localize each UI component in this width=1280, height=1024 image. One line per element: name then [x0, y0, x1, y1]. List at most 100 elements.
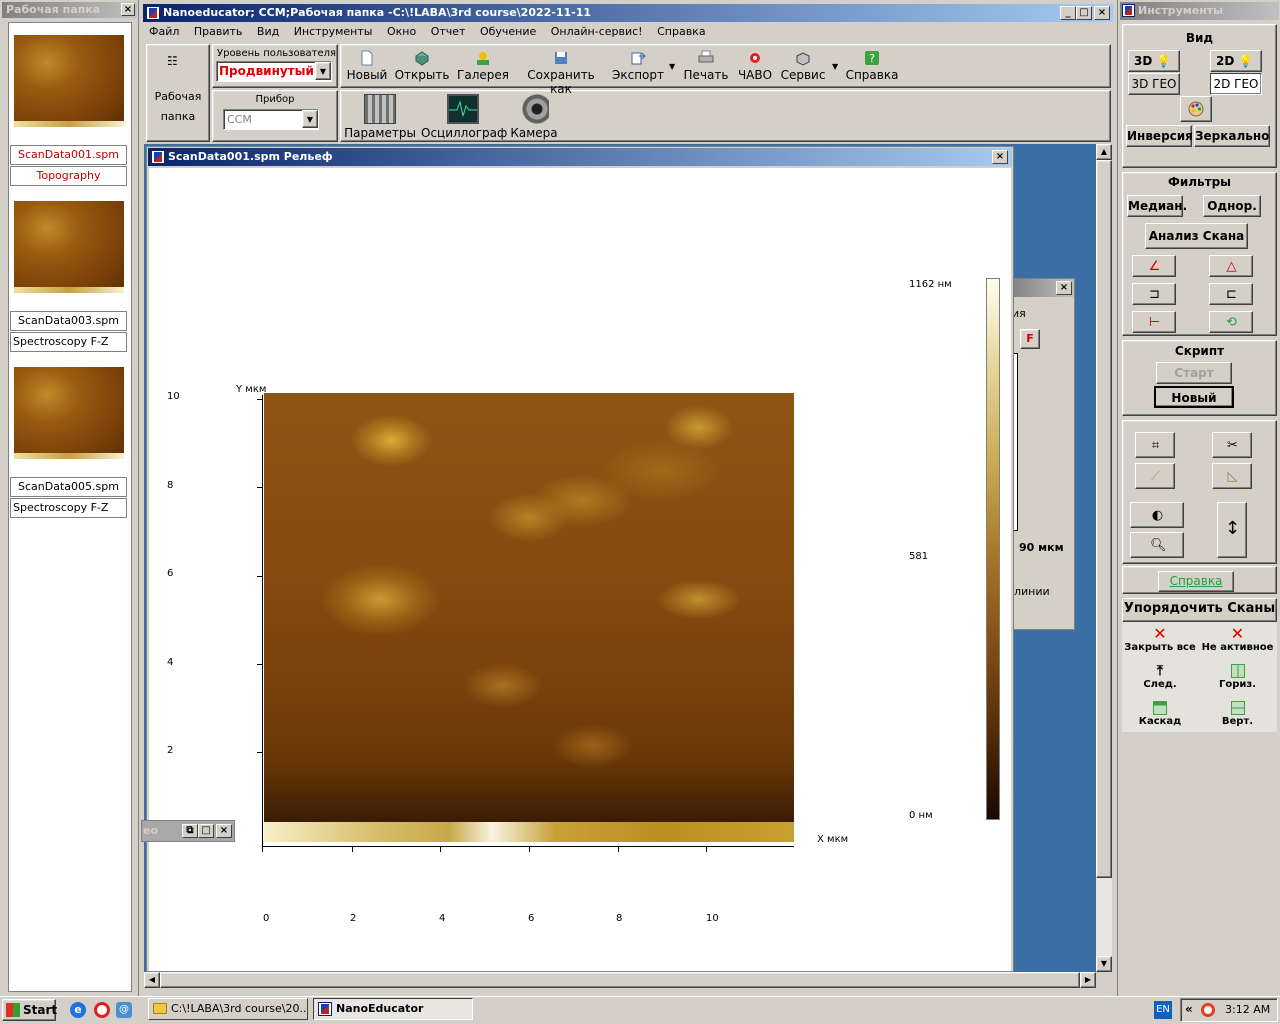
close-button[interactable]: ×	[1094, 6, 1110, 20]
file-thumbnail-3[interactable]	[14, 367, 124, 459]
open-button[interactable]: Открыть	[394, 50, 450, 82]
camera-button[interactable]: Камера	[509, 94, 559, 140]
ruler-button[interactable]: ⟋	[1135, 463, 1175, 489]
script-start-button[interactable]: Старт	[1156, 362, 1232, 384]
minimized-close-button[interactable]: ×	[216, 824, 232, 838]
plane-correction-button[interactable]: △	[1209, 255, 1253, 277]
uniform-filter-button[interactable]: Однор.	[1203, 195, 1261, 217]
browser-icon[interactable]: @	[116, 1002, 132, 1018]
view-3d-button[interactable]: 3D 💡	[1128, 50, 1180, 72]
horizontal-scrollbar[interactable]: ◀ ▶	[144, 972, 1096, 988]
cascade-button[interactable]: Каскад	[1122, 700, 1198, 727]
export-dropdown-icon[interactable]: ▼	[669, 62, 675, 71]
scroll-thumb[interactable]	[1096, 160, 1112, 878]
menu-online[interactable]: Онлайн-сервис!	[551, 25, 643, 38]
scan-analysis-button[interactable]: Анализ Скана	[1145, 223, 1248, 249]
service-button[interactable]: Сервис	[779, 50, 827, 82]
maximize-button[interactable]: □	[1076, 6, 1092, 20]
parameters-button[interactable]: Параметры	[344, 94, 416, 140]
oscilloscope-button[interactable]: Осциллограф	[421, 94, 507, 140]
spike-removal-button[interactable]: ⊢	[1132, 311, 1176, 333]
file-thumbnail-2[interactable]	[14, 201, 124, 293]
menu-tools[interactable]: Инструменты	[294, 25, 373, 38]
file-thumbnail-1[interactable]	[14, 35, 124, 127]
export-button[interactable]: Экспорт	[611, 50, 665, 82]
contrast-button[interactable]: ◐	[1130, 502, 1184, 528]
new-button[interactable]: Новый	[346, 50, 388, 82]
line-correction-button[interactable]: ⊏	[1209, 283, 1253, 305]
tray-expand-icon[interactable]: «	[1185, 1002, 1193, 1016]
close-all-label: Закрыть все	[1124, 642, 1196, 653]
menu-window[interactable]: Окно	[387, 25, 416, 38]
scroll-h-thumb[interactable]	[160, 972, 1080, 988]
view-3d-geo-button[interactable]: 3D ГЕО	[1128, 73, 1180, 95]
menu-training[interactable]: Обучение	[480, 25, 536, 38]
file-name-3[interactable]: ScanData005.spm	[10, 477, 127, 497]
menu-help[interactable]: Справка	[657, 25, 705, 38]
inversion-button[interactable]: Инверсия	[1126, 125, 1193, 147]
chevron-down-icon[interactable]: ▼	[302, 110, 318, 128]
workfolder-panel[interactable]: ☷ Рабочая папка	[146, 44, 210, 142]
menu-view[interactable]: Вид	[257, 25, 279, 38]
scroll-right-button[interactable]: ▶	[1080, 972, 1096, 988]
menu-file[interactable]: Файл	[149, 25, 179, 38]
task-nanoeducator[interactable]: NanoEducator	[313, 998, 473, 1020]
profile-button[interactable]: ◺	[1212, 463, 1252, 489]
scan-window-close-button[interactable]: ×	[992, 150, 1008, 164]
view-2d-geo-button[interactable]: 2D ГЕО	[1210, 73, 1262, 95]
user-level-select[interactable]: Продвинутый ▼	[216, 61, 332, 82]
minimized-maximize-button[interactable]: □	[198, 824, 214, 838]
undo-filter-button[interactable]: ⟲	[1209, 311, 1253, 333]
help-link-button[interactable]: Справка	[1158, 571, 1234, 592]
file-name-2[interactable]: ScanData003.spm	[10, 311, 127, 331]
vertical-scrollbar[interactable]: ▲ ▼	[1096, 144, 1112, 972]
opera-icon[interactable]	[94, 1002, 110, 1018]
close-all-button[interactable]: ✕ Закрыть все	[1122, 626, 1198, 654]
background-lines-label[interactable]: линии	[1014, 585, 1050, 598]
palette-button[interactable]	[1180, 96, 1212, 122]
minimize-button[interactable]: _	[1060, 6, 1076, 20]
crop-button[interactable]: ⌗	[1135, 432, 1175, 458]
help-button[interactable]: ? Справка	[845, 50, 899, 82]
task-explorer[interactable]: C:\!LABA\3rd course\20...	[148, 998, 308, 1020]
export-icon	[631, 52, 646, 65]
device-select[interactable]: CCM ▼	[223, 109, 319, 130]
chevron-down-icon[interactable]: ▼	[315, 62, 331, 80]
vertical-scale-button[interactable]: ↕	[1217, 502, 1247, 558]
close-inactive-button[interactable]: ✕ Не активное	[1198, 626, 1277, 654]
arrange-scans-button[interactable]: Упорядочить Сканы	[1122, 598, 1277, 622]
tilt-correction-button[interactable]: ∠	[1132, 255, 1176, 277]
start-button[interactable]: Start	[2, 999, 57, 1021]
next-button[interactable]: ⤒ След.	[1122, 663, 1198, 690]
zoom-button[interactable]: 🔍︎	[1130, 532, 1184, 558]
cut-button[interactable]: ✂	[1212, 432, 1252, 458]
service-dropdown-icon[interactable]: ▼	[832, 62, 838, 71]
language-indicator[interactable]: EN	[1154, 1001, 1172, 1019]
scroll-down-button[interactable]: ▼	[1096, 956, 1112, 972]
faq-button[interactable]: ЧАВО	[735, 50, 775, 82]
save-as-button[interactable]: Сохранить как	[515, 50, 607, 96]
tile-vertical-button[interactable]: Верт.	[1198, 700, 1277, 727]
mirror-button[interactable]: Зеркально	[1194, 125, 1270, 147]
print-button[interactable]: Печать	[682, 50, 730, 82]
script-new-button[interactable]: Новый	[1154, 386, 1234, 408]
scroll-left-button[interactable]: ◀	[144, 972, 160, 988]
menu-edit[interactable]: Править	[194, 25, 243, 38]
file-name-1[interactable]: ScanData001.spm	[10, 145, 127, 165]
menu-report[interactable]: Отчет	[431, 25, 466, 38]
minimized-window[interactable]: ео ⧉ □ ×	[141, 820, 235, 842]
view-2d-button[interactable]: 2D 💡	[1210, 50, 1262, 72]
tile-horizontal-button[interactable]: Гориз.	[1198, 663, 1277, 690]
background-tab-fragment[interactable]: ия	[1012, 307, 1026, 320]
gallery-button[interactable]: Галерея	[455, 50, 511, 82]
background-f-button[interactable]: F	[1020, 329, 1040, 349]
tray-app-icon[interactable]	[1201, 1003, 1215, 1017]
background-window-close-button[interactable]: ×	[1056, 281, 1072, 295]
step-correction-button[interactable]: ⊐	[1132, 283, 1176, 305]
topography-image[interactable]	[264, 393, 794, 823]
scroll-up-button[interactable]: ▲	[1096, 144, 1112, 160]
left-panel-close-button[interactable]: ×	[121, 3, 135, 16]
median-filter-button[interactable]: Медиан.	[1127, 195, 1187, 217]
minimized-restore-button[interactable]: ⧉	[182, 824, 198, 838]
ie-icon[interactable]: e	[70, 1002, 86, 1018]
